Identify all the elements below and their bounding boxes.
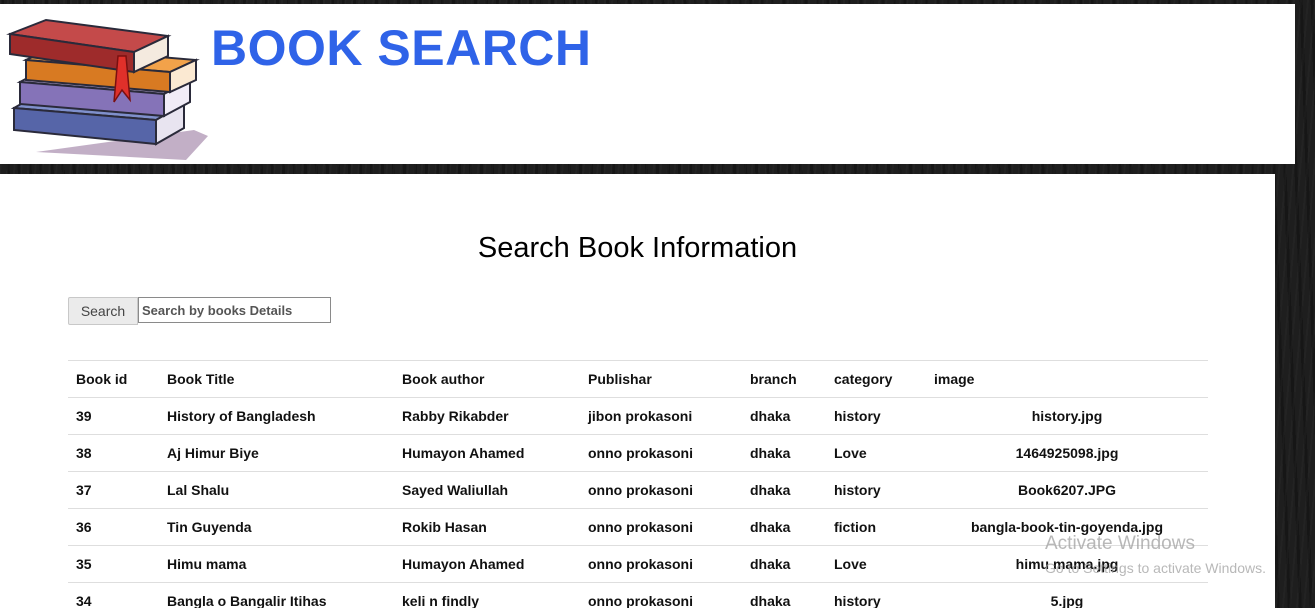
cell-publisher: onno prokasoni	[580, 471, 742, 509]
cell-image: bangla-book-tin-goyenda.jpg	[926, 508, 1208, 546]
search-input[interactable]	[138, 297, 331, 323]
cell-category: history	[826, 582, 926, 608]
cell-branch: dhaka	[742, 508, 826, 546]
column-header-book-title[interactable]: Book Title	[159, 360, 394, 398]
cell-image: 1464925098.jpg	[926, 434, 1208, 472]
cell-image: Book6207.JPG	[926, 471, 1208, 509]
cell-book-id: 37	[68, 471, 159, 509]
cell-branch: dhaka	[742, 397, 826, 435]
cell-publisher: onno prokasoni	[580, 434, 742, 472]
cell-category: history	[826, 471, 926, 509]
books-stack-icon	[6, 18, 208, 160]
cell-book-author: Humayon Ahamed	[394, 545, 580, 583]
cell-book-author: Sayed Waliullah	[394, 471, 580, 509]
cell-image: history.jpg	[926, 397, 1208, 435]
cell-book-id: 35	[68, 545, 159, 583]
cell-book-title: Himu mama	[159, 545, 394, 583]
cell-branch: dhaka	[742, 545, 826, 583]
table-header-row: Book id Book Title Book author Publishar…	[68, 360, 1208, 398]
cell-book-id: 38	[68, 434, 159, 472]
table-row[interactable]: 38 Aj Himur Biye Humayon Ahamed onno pro…	[68, 434, 1208, 472]
cell-publisher: onno prokasoni	[580, 508, 742, 546]
cell-image: 5.jpg	[926, 582, 1208, 608]
column-header-image[interactable]: image	[926, 360, 1208, 398]
cell-category: Love	[826, 434, 926, 472]
column-header-book-id[interactable]: Book id	[68, 360, 159, 398]
cell-publisher: onno prokasoni	[580, 545, 742, 583]
cell-category: history	[826, 397, 926, 435]
cell-image: himu mama.jpg	[926, 545, 1208, 583]
cell-category: Love	[826, 545, 926, 583]
cell-publisher: onno prokasoni	[580, 582, 742, 608]
cell-branch: dhaka	[742, 582, 826, 608]
cell-book-title: Tin Guyenda	[159, 508, 394, 546]
cell-book-title: Aj Himur Biye	[159, 434, 394, 472]
search-bar: Search	[68, 297, 331, 325]
site-header: BOOK SEARCH	[0, 4, 1295, 164]
page-heading: Search Book Information	[477, 232, 798, 264]
cell-book-id: 39	[68, 397, 159, 435]
cell-publisher: jibon prokasoni	[580, 397, 742, 435]
cell-category: fiction	[826, 508, 926, 546]
cell-book-title: Lal Shalu	[159, 471, 394, 509]
column-header-publisher[interactable]: Publishar	[580, 360, 742, 398]
table-row[interactable]: 39 History of Bangladesh Rabby Rikabder …	[68, 397, 1208, 435]
column-header-book-author[interactable]: Book author	[394, 360, 580, 398]
search-button[interactable]: Search	[68, 297, 138, 325]
cell-book-title: History of Bangladesh	[159, 397, 394, 435]
column-header-category[interactable]: category	[826, 360, 926, 398]
table-row[interactable]: 35 Himu mama Humayon Ahamed onno prokaso…	[68, 545, 1208, 583]
site-title: BOOK SEARCH	[211, 20, 592, 76]
cell-book-author: keli n findly	[394, 582, 580, 608]
table-row[interactable]: 34 Bangla o Bangalir Itihas keli n findl…	[68, 582, 1208, 608]
table-row[interactable]: 37 Lal Shalu Sayed Waliullah onno prokas…	[68, 471, 1208, 509]
column-header-branch[interactable]: branch	[742, 360, 826, 398]
cell-book-author: Humayon Ahamed	[394, 434, 580, 472]
main-content: Search Book Information Search Book id B…	[0, 174, 1275, 608]
cell-book-id: 34	[68, 582, 159, 608]
cell-book-id: 36	[68, 508, 159, 546]
cell-branch: dhaka	[742, 471, 826, 509]
cell-book-title: Bangla o Bangalir Itihas	[159, 582, 394, 608]
table-row[interactable]: 36 Tin Guyenda Rokib Hasan onno prokason…	[68, 508, 1208, 546]
cell-branch: dhaka	[742, 434, 826, 472]
books-table: Book id Book Title Book author Publishar…	[68, 360, 1208, 608]
cell-book-author: Rabby Rikabder	[394, 397, 580, 435]
cell-book-author: Rokib Hasan	[394, 508, 580, 546]
